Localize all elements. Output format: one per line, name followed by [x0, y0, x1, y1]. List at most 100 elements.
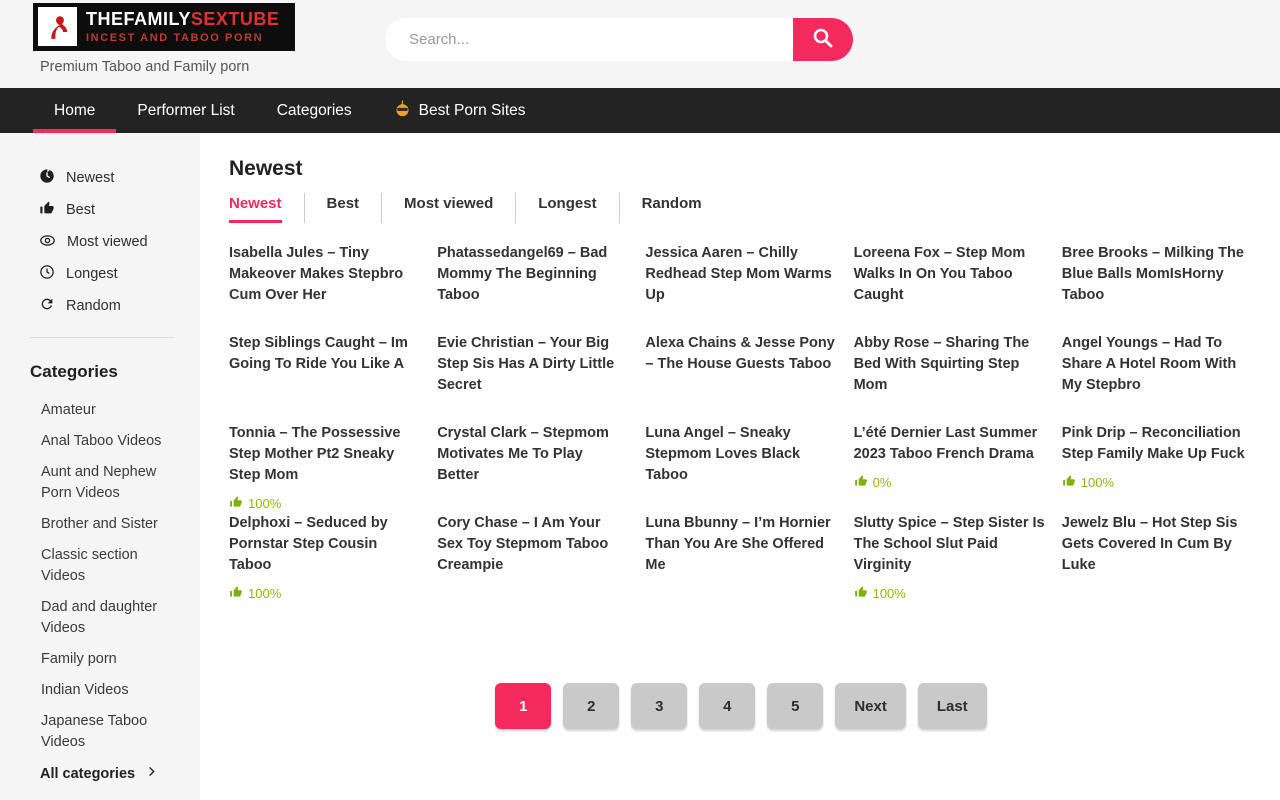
category-link-aunt-nephew[interactable]: Aunt and Nephew Porn Videos [0, 462, 175, 504]
video-title: Cory Chase – I Am Your Sex Toy Stepmom T… [437, 513, 628, 576]
all-categories-link[interactable]: All categories [0, 765, 200, 782]
tab-label: Most viewed [404, 195, 493, 223]
category-link-classic[interactable]: Classic section Videos [0, 545, 175, 587]
category-link-indian[interactable]: Indian Videos [0, 680, 175, 701]
category-link-amateur[interactable]: Amateur [0, 400, 175, 421]
video-card[interactable]: L’été Dernier Last Summer 2023 Taboo Fre… [854, 423, 1045, 513]
category-link-family-porn[interactable]: Family porn [0, 649, 175, 670]
video-card[interactable]: Loreena Fox – Step Mom Walks In On You T… [854, 243, 1045, 333]
thumbs-up-icon [854, 585, 868, 602]
video-title: Tonnia – The Possessive Step Mother Pt2 … [229, 423, 420, 486]
video-rating: 100% [1062, 474, 1253, 491]
logo-text-primary: THEFAMILY [86, 9, 191, 29]
category-link-anal-taboo[interactable]: Anal Taboo Videos [0, 431, 175, 452]
video-title: Bree Brooks – Milking The Blue Balls Mom… [1062, 243, 1253, 306]
video-card[interactable]: Abby Rose – Sharing The Bed With Squirti… [854, 333, 1045, 423]
sidebar: Newest Best Most viewed Longest Random C… [0, 133, 200, 800]
tab-random[interactable]: Random [619, 193, 724, 223]
category-link-dad-daughter[interactable]: Dad and daughter Videos [0, 597, 175, 639]
video-rating: 0% [854, 474, 1045, 491]
search-input[interactable] [385, 18, 793, 61]
video-title: Evie Christian – Your Big Step Sis Has A… [437, 333, 628, 396]
category-link-brother-sister[interactable]: Brother and Sister [0, 514, 175, 535]
sidebar-item-longest[interactable]: Longest [0, 265, 200, 283]
newest-icon [39, 168, 55, 188]
eye-icon [39, 232, 56, 253]
video-title: Delphoxi – Seduced by Pornstar Step Cous… [229, 513, 420, 576]
search-bar [385, 18, 853, 61]
video-card[interactable]: Jewelz Blu – Hot Step Sis Gets Covered I… [1062, 513, 1253, 603]
category-link-japanese-taboo[interactable]: Japanese Taboo Videos [0, 711, 175, 753]
video-card[interactable]: Evie Christian – Your Big Step Sis Has A… [437, 333, 628, 423]
page-button-5[interactable]: 5 [767, 683, 823, 729]
site-header: THEFAMILYSEXTUBE INCEST AND TABOO PORN P… [0, 0, 1280, 88]
logo-text: THEFAMILYSEXTUBE INCEST AND TABOO PORN [86, 9, 279, 44]
video-card[interactable]: Slutty Spice – Step Sister Is The School… [854, 513, 1045, 603]
video-rating: 100% [229, 495, 420, 512]
video-title: Angel Youngs – Had To Share A Hotel Room… [1062, 333, 1253, 396]
page-button-next[interactable]: Next [835, 683, 906, 729]
video-card[interactable]: Step Siblings Caught – Im Going To Ride … [229, 333, 420, 423]
page-button-2[interactable]: 2 [563, 683, 619, 729]
video-title: Slutty Spice – Step Sister Is The School… [854, 513, 1045, 576]
video-title: Step Siblings Caught – Im Going To Ride … [229, 333, 420, 375]
video-card[interactable]: Phatassedangel69 – Bad Mommy The Beginni… [437, 243, 628, 333]
nav-item-best-porn-sites[interactable]: Best Porn Sites [373, 88, 547, 133]
video-card[interactable]: Tonnia – The Possessive Step Mother Pt2 … [229, 423, 420, 513]
video-card[interactable]: Isabella Jules – Tiny Makeover Makes Ste… [229, 243, 420, 333]
video-card[interactable]: Luna Bbunny – I’m Hornier Than You Are S… [645, 513, 836, 603]
video-title: Jewelz Blu – Hot Step Sis Gets Covered I… [1062, 513, 1253, 576]
video-card[interactable]: Jessica Aaren – Chilly Redhead Step Mom … [645, 243, 836, 333]
sidebar-divider [30, 337, 175, 338]
page-button-3[interactable]: 3 [631, 683, 687, 729]
video-rating: 100% [854, 585, 1045, 602]
search-icon [811, 26, 835, 53]
rating-value: 100% [248, 586, 281, 601]
page-button-1[interactable]: 1 [495, 683, 551, 729]
sidebar-item-best[interactable]: Best [0, 201, 200, 219]
page-button-4[interactable]: 4 [699, 683, 755, 729]
video-card[interactable]: Angel Youngs – Had To Share A Hotel Room… [1062, 333, 1253, 423]
tab-most-viewed[interactable]: Most viewed [381, 193, 515, 223]
nav-label: Categories [277, 102, 352, 120]
video-rating: 100% [229, 585, 420, 602]
refresh-icon [39, 296, 55, 316]
sidebar-item-most-viewed[interactable]: Most viewed [0, 233, 200, 251]
rating-value: 100% [873, 586, 906, 601]
video-title: Alexa Chains & Jesse Pony – The House Gu… [645, 333, 836, 375]
site-tagline: Premium Taboo and Family porn [40, 59, 249, 75]
video-title: Abby Rose – Sharing The Bed With Squirti… [854, 333, 1045, 396]
rating-value: 100% [248, 496, 281, 511]
nav-item-home[interactable]: Home [33, 88, 116, 133]
pagination: 1 2 3 4 5 Next Last [229, 683, 1253, 729]
main-nav: Home Performer List Categories Best Porn… [0, 88, 1280, 133]
sidebar-item-random[interactable]: Random [0, 297, 200, 315]
thumbs-up-icon [854, 474, 868, 491]
tab-longest[interactable]: Longest [515, 193, 618, 223]
video-card[interactable]: Luna Angel – Sneaky Stepmom Loves Black … [645, 423, 836, 513]
video-card[interactable]: Delphoxi – Seduced by Pornstar Step Cous… [229, 513, 420, 603]
nav-item-performer-list[interactable]: Performer List [116, 88, 255, 133]
video-card[interactable]: Pink Drip – Reconciliation Step Family M… [1062, 423, 1253, 513]
tab-best[interactable]: Best [304, 193, 382, 223]
sidebar-item-label: Most viewed [67, 234, 148, 250]
nav-label: Performer List [137, 102, 234, 120]
video-card[interactable]: Crystal Clark – Stepmom Motivates Me To … [437, 423, 628, 513]
search-button[interactable] [793, 18, 853, 61]
sidebar-item-label: Best [66, 202, 95, 218]
sort-tabs: Newest Best Most viewed Longest Random [229, 193, 1253, 223]
tab-newest[interactable]: Newest [229, 193, 304, 223]
chevron-right-icon [145, 765, 158, 782]
tab-label: Longest [538, 195, 596, 223]
best-porn-sites-icon [394, 100, 411, 122]
video-card[interactable]: Bree Brooks – Milking The Blue Balls Mom… [1062, 243, 1253, 333]
sidebar-item-newest[interactable]: Newest [0, 169, 200, 187]
video-card[interactable]: Cory Chase – I Am Your Sex Toy Stepmom T… [437, 513, 628, 603]
page-button-last[interactable]: Last [918, 683, 987, 729]
video-title: Isabella Jules – Tiny Makeover Makes Ste… [229, 243, 420, 306]
video-title: Pink Drip – Reconciliation Step Family M… [1062, 423, 1253, 465]
site-logo[interactable]: THEFAMILYSEXTUBE INCEST AND TABOO PORN [33, 3, 295, 51]
video-card[interactable]: Alexa Chains & Jesse Pony – The House Gu… [645, 333, 836, 423]
nav-item-categories[interactable]: Categories [256, 88, 373, 133]
thumbs-up-icon [229, 585, 243, 602]
